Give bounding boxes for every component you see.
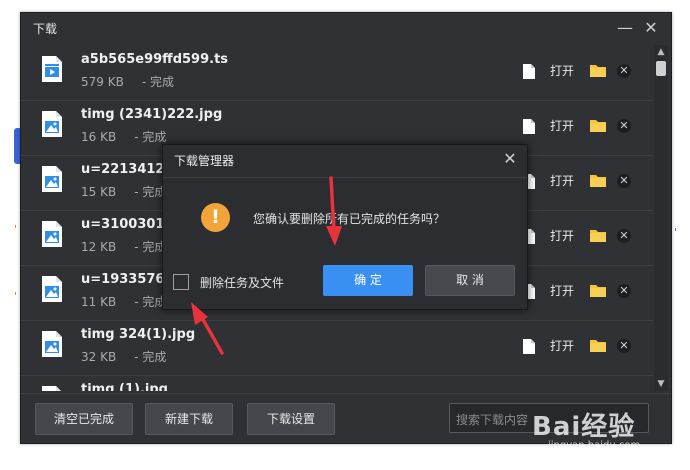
remove-row-icon[interactable]: ✕ (617, 284, 631, 298)
folder-icon[interactable] (590, 284, 606, 297)
file-info-icon[interactable] (523, 119, 535, 134)
file-status: - 完成 (134, 350, 167, 364)
folder-icon[interactable] (590, 119, 606, 132)
remove-row-icon[interactable]: ✕ (617, 64, 631, 78)
scroll-down-icon[interactable]: ▼ (656, 379, 666, 389)
dialog-message: 您确认要删除所有已完成的任务吗？ (253, 212, 446, 226)
remove-row-icon[interactable]: ✕ (617, 229, 631, 243)
title-bar: 下载 — ✕ (21, 13, 671, 43)
search-placeholder: 搜索下载内容 (456, 413, 529, 427)
file-size: 12 KB (81, 240, 117, 254)
file-meta: 11 KB - 完成 (81, 293, 166, 310)
file-name: timg 324(1).jpg (81, 327, 196, 342)
image-file-icon (42, 221, 62, 247)
open-file-button[interactable]: 打开 (550, 172, 574, 189)
clear-completed-button[interactable]: 清空已完成 (35, 403, 133, 435)
file-meta: 12 KB - 完成 (81, 238, 166, 255)
file-size: 11 KB (81, 295, 117, 309)
open-file-button[interactable]: 打开 (550, 117, 574, 134)
dialog-title: 下载管理器 (174, 154, 235, 168)
folder-icon[interactable] (590, 339, 606, 352)
file-name: a5b565e99ffd599.ts (81, 52, 229, 67)
image-file-icon (42, 111, 62, 137)
folder-icon[interactable] (590, 174, 606, 187)
file-meta: 579 KB - 完成 (81, 73, 174, 90)
remove-row-icon[interactable]: ✕ (617, 339, 631, 353)
file-size: 16 KB (81, 130, 117, 144)
file-size: 32 KB (81, 350, 117, 364)
background-mark: ' (14, 223, 18, 236)
background-mark: ' (674, 226, 678, 239)
remove-row-icon[interactable]: ✕ (617, 174, 631, 188)
file-size: 579 KB (81, 75, 124, 89)
dialog-close-icon[interactable]: ✕ (501, 150, 519, 168)
scroll-up-icon[interactable]: ▲ (656, 47, 666, 57)
delete-files-checkbox[interactable] (173, 274, 189, 290)
file-status: - 完成 (134, 130, 167, 144)
file-status: - 完成 (141, 75, 174, 89)
confirm-button[interactable]: 确 定 (323, 265, 413, 296)
background-mark: ' (14, 290, 18, 303)
open-file-button[interactable]: 打开 (550, 62, 574, 79)
file-info-icon[interactable] (523, 339, 535, 354)
minimize-button[interactable]: — (615, 18, 635, 38)
video-file-icon (42, 56, 62, 82)
open-file-button[interactable]: 打开 (550, 227, 574, 244)
file-name: timg (1).jpg (81, 382, 168, 391)
cancel-button[interactable]: 取 消 (425, 265, 515, 296)
file-meta: 32 KB - 完成 (81, 348, 166, 365)
file-size: 15 KB (81, 185, 117, 199)
watermark-url: jingyan.baidu.com (548, 440, 641, 451)
image-file-icon (42, 166, 62, 192)
warning-icon: ! (201, 203, 230, 232)
list-scrollbar[interactable]: ▲ ▼ (654, 45, 668, 391)
file-meta: 16 KB - 完成 (81, 128, 166, 145)
remove-row-icon[interactable]: ✕ (617, 119, 631, 133)
new-download-button[interactable]: 新建下载 (145, 403, 233, 435)
window-title: 下载 (33, 22, 58, 36)
image-file-icon (42, 276, 62, 302)
download-row[interactable]: a5b565e99ffd599.ts 579 KB - 完成 打开 ✕ (21, 45, 653, 101)
download-row[interactable]: timg (1).jpg打开✕ (21, 375, 653, 391)
download-settings-button[interactable]: 下载设置 (247, 403, 335, 435)
image-file-icon (42, 331, 62, 357)
download-row[interactable]: timg 324(1).jpg 32 KB - 完成 打开 ✕ (21, 320, 653, 376)
baidu-jingyan-watermark: Bai经验 jingyan.baidu.com (524, 406, 684, 462)
file-name: timg (2341)222.jpg (81, 107, 223, 122)
dialog-divider (163, 177, 527, 178)
watermark-logo: Bai经验 (532, 412, 636, 442)
open-file-button[interactable]: 打开 (550, 282, 574, 299)
file-meta: 15 KB - 完成 (81, 183, 166, 200)
open-file-button[interactable]: 打开 (550, 337, 574, 354)
scrollbar-thumb[interactable] (656, 61, 666, 76)
folder-icon[interactable] (590, 229, 606, 242)
close-window-button[interactable]: ✕ (641, 18, 661, 38)
delete-files-checkbox-label[interactable]: 删除任务及文件 (200, 274, 284, 291)
folder-icon[interactable] (590, 64, 606, 77)
image-file-icon (42, 386, 61, 391)
file-info-icon[interactable] (523, 64, 535, 79)
confirm-dialog: 下载管理器 ✕ ! 您确认要删除所有已完成的任务吗？ 删除任务及文件 确 定 取… (162, 144, 528, 310)
